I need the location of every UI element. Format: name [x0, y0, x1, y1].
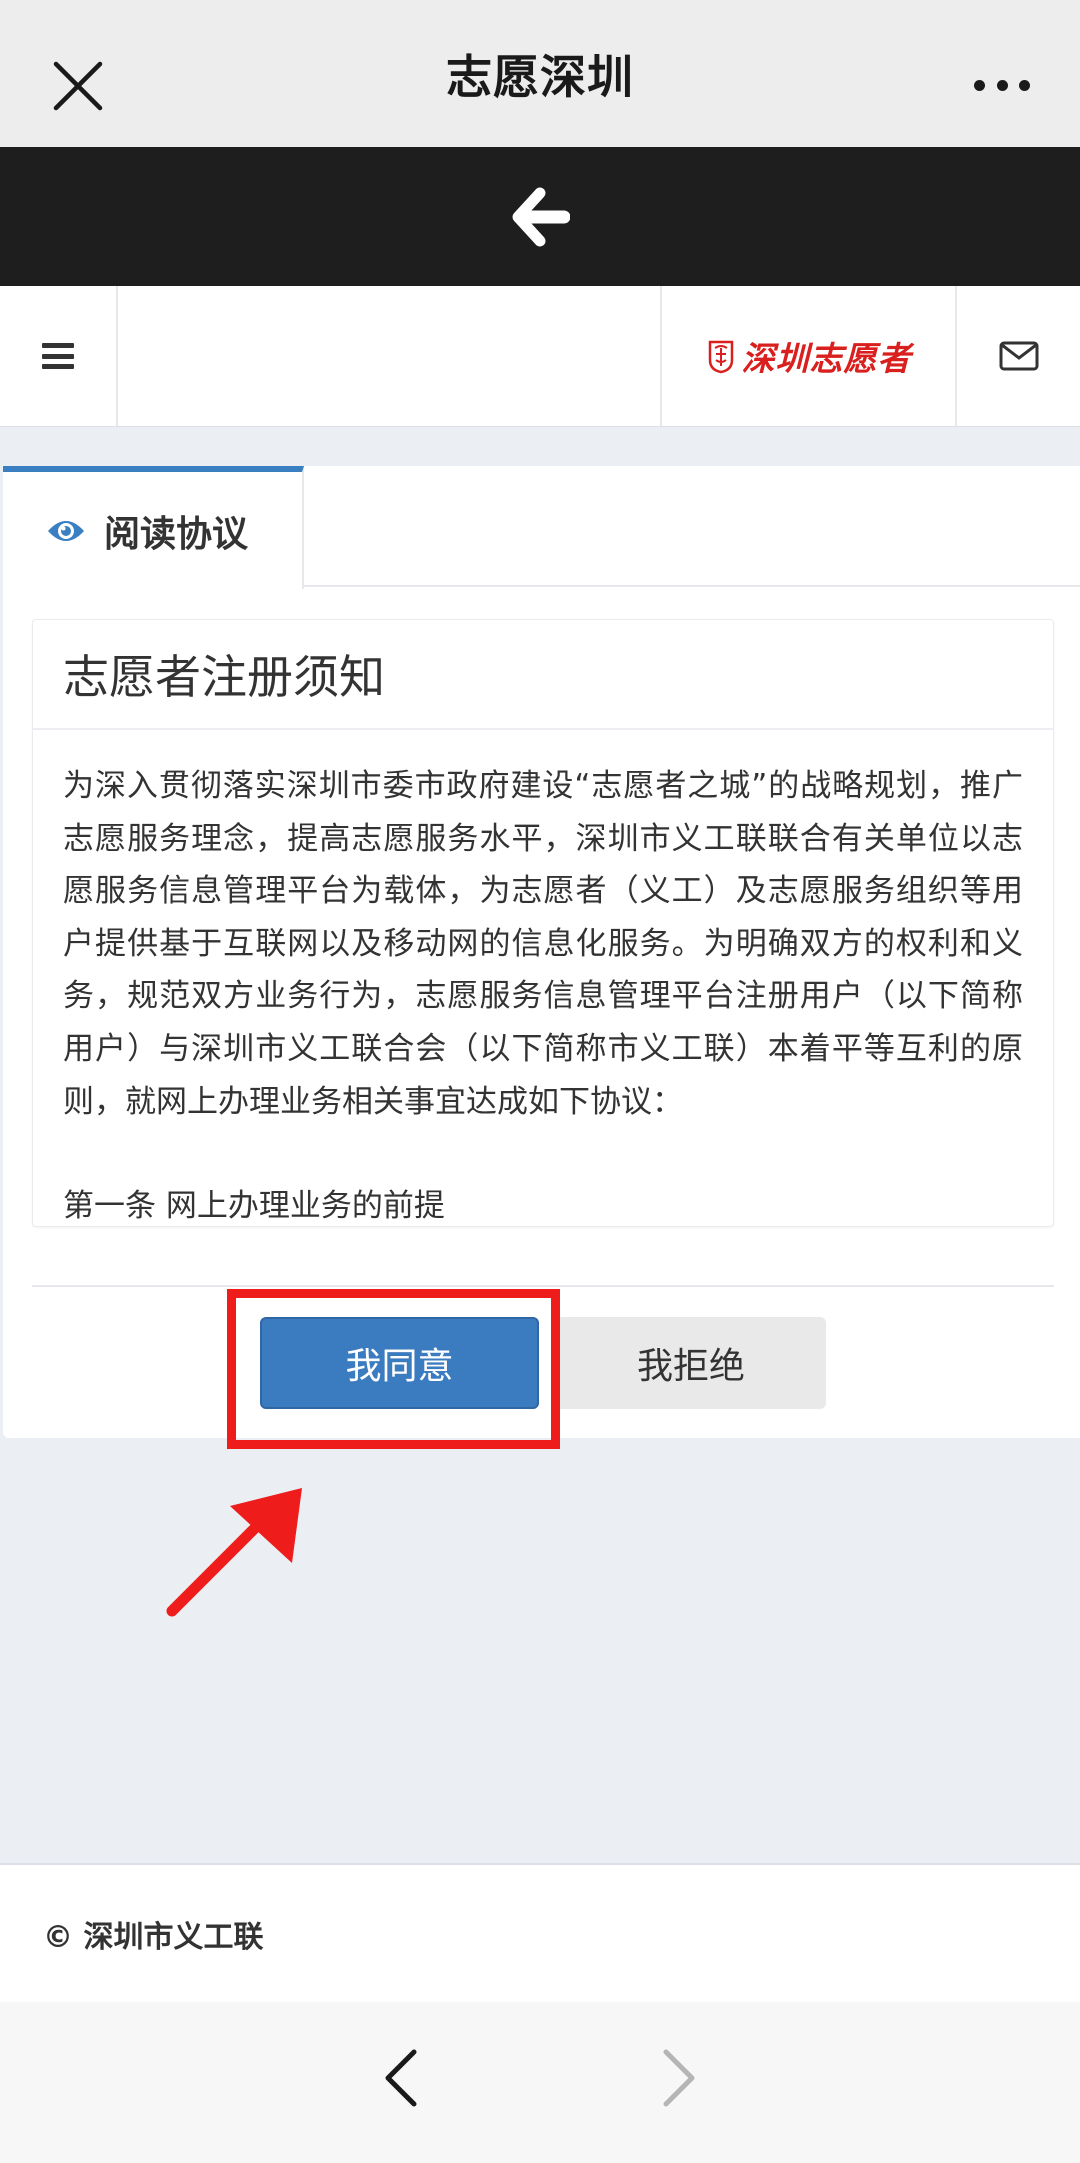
page-title: 志愿深圳 — [446, 49, 634, 104]
tab-bar: 阅读协议 — [3, 466, 1080, 589]
title-bar: 志愿深圳 — [0, 0, 1080, 147]
hamburger-icon — [42, 343, 74, 369]
nav-spacer — [118, 286, 662, 426]
browser-back-icon[interactable] — [378, 2046, 424, 2110]
tab-label: 阅读协议 — [104, 513, 249, 555]
footer: © 深圳市义工联 — [0, 1863, 1080, 2002]
menu-button[interactable] — [0, 286, 118, 426]
browser-bottom-bar — [0, 2002, 1080, 2163]
more-options-icon[interactable] — [974, 76, 1030, 94]
brand-logo[interactable]: 深圳志愿者 — [662, 286, 957, 426]
tab-read-agreement[interactable]: 阅读协议 — [3, 466, 304, 589]
mail-button[interactable] — [957, 286, 1080, 426]
notice-body[interactable]: 为深入贯彻落实深圳市委市政府建设“志愿者之城”的战略规划，推广志愿服务理念，提高… — [33, 730, 1053, 1226]
back-arrow-icon[interactable] — [510, 187, 571, 247]
back-bar — [0, 147, 1080, 286]
notice-title: 志愿者注册须知 — [63, 650, 385, 704]
nav-bar: 深圳志愿者 — [0, 286, 1080, 427]
agreement-panel: 阅读协议 志愿者注册须知 为深入贯彻落实深圳市委市政府建设“志愿者之城”的战略规… — [3, 466, 1080, 1438]
logo-text: 深圳志愿者 — [741, 339, 912, 378]
notice-box[interactable]: 志愿者注册须知 为深入贯彻落实深圳市委市政府建设“志愿者之城”的战略规划，推广志… — [32, 619, 1054, 1227]
notice-section-heading: 第一条 网上办理业务的前提 — [63, 1188, 445, 1225]
browser-forward-icon[interactable] — [656, 2046, 702, 2110]
volunteer-emblem-icon — [708, 340, 733, 374]
divider — [32, 1285, 1054, 1287]
copyright-text: © 深圳市义工联 — [43, 1919, 264, 1955]
notice-header: 志愿者注册须知 — [33, 620, 1053, 730]
envelope-icon — [999, 341, 1038, 371]
refuse-button[interactable]: 我拒绝 — [556, 1317, 826, 1409]
eye-icon — [48, 520, 84, 541]
agree-button[interactable]: 我同意 — [260, 1317, 539, 1409]
close-icon[interactable] — [50, 58, 106, 114]
pointer-arrow-icon — [166, 1488, 302, 1617]
notice-paragraph: 为深入贯彻落实深圳市委市政府建设“志愿者之城”的战略规划，推广志愿服务理念，提高… — [63, 768, 1023, 1120]
page: 志愿深圳 深圳志愿者 阅读协议 志愿者注册须知 为深入贯彻落实深圳市委市政府建设… — [0, 0, 1080, 2163]
